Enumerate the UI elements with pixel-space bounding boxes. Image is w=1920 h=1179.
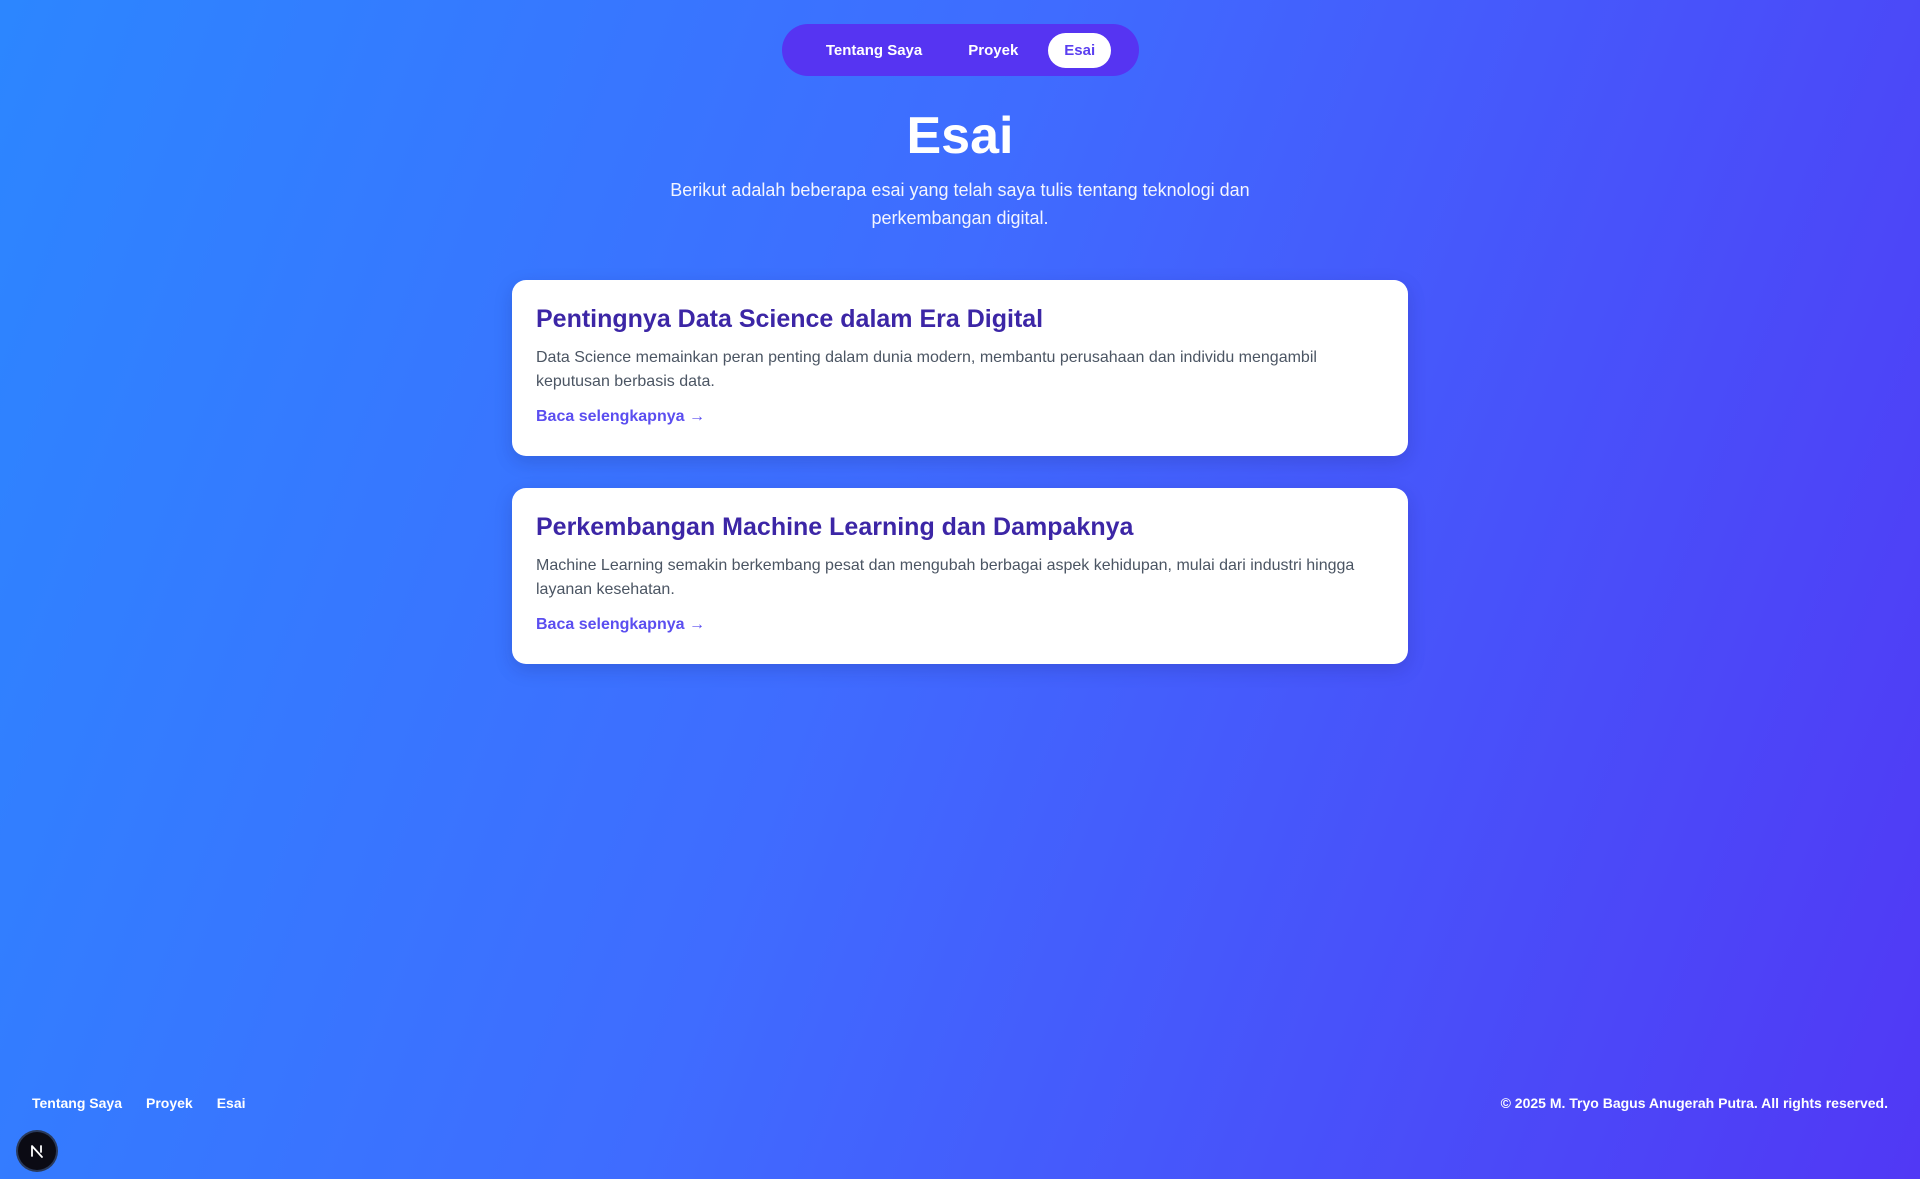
essay-description: Data Science memainkan peran penting dal… xyxy=(536,349,1317,390)
essay-card: Perkembangan Machine Learning dan Dampak… xyxy=(512,488,1408,664)
footer-link-proyek[interactable]: Proyek xyxy=(146,1095,193,1111)
nextjs-dev-badge[interactable] xyxy=(18,1132,56,1170)
top-nav: Tentang Saya Proyek Esai xyxy=(782,24,1139,76)
page-subtitle: Berikut adalah beberapa esai yang telah … xyxy=(670,180,1250,228)
read-more-link[interactable]: Baca selengkapnya → xyxy=(536,616,705,633)
footer-link-esai[interactable]: Esai xyxy=(217,1095,246,1111)
read-more-link[interactable]: Baca selengkapnya → xyxy=(536,408,705,425)
essay-description: Machine Learning semakin berkembang pesa… xyxy=(536,557,1355,598)
page-title: Esai xyxy=(906,107,1014,165)
nav-item-esai[interactable]: Esai xyxy=(1048,32,1112,68)
essay-card: Pentingnya Data Science dalam Era Digita… xyxy=(512,280,1408,456)
footer-links: Tentang Saya Proyek Esai xyxy=(32,1095,246,1111)
footer-link-tentang-saya[interactable]: Tentang Saya xyxy=(32,1095,122,1111)
nav-item-tentang-saya[interactable]: Tentang Saya xyxy=(810,33,938,68)
footer-copyright: © 2025 M. Tryo Bagus Anugerah Putra. All… xyxy=(1500,1095,1888,1111)
essay-title: Pentingnya Data Science dalam Era Digita… xyxy=(536,305,1044,333)
nav-item-proyek[interactable]: Proyek xyxy=(952,33,1034,68)
essay-title: Perkembangan Machine Learning dan Dampak… xyxy=(536,513,1134,541)
nextjs-logo-icon xyxy=(31,1145,43,1158)
